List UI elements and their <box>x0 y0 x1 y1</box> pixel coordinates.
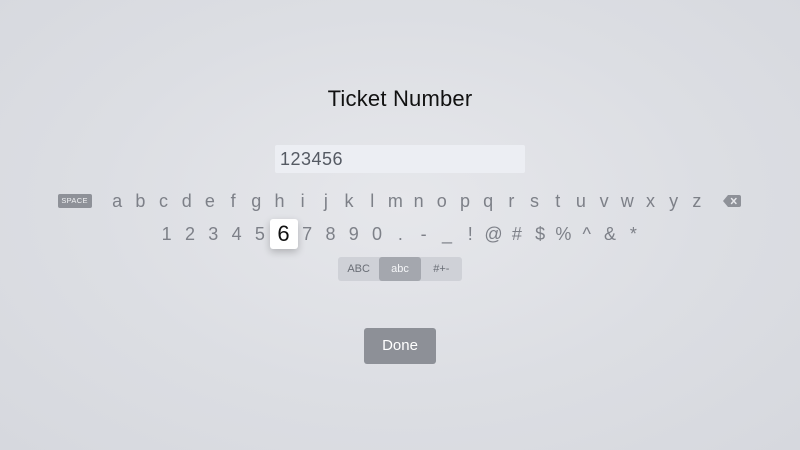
key-e[interactable]: e <box>198 188 221 214</box>
key-d[interactable]: d <box>175 188 198 214</box>
done-button[interactable]: Done <box>364 328 436 364</box>
key-o[interactable]: o <box>430 188 453 214</box>
key-q[interactable]: q <box>477 188 500 214</box>
key-p[interactable]: p <box>453 188 476 214</box>
key-3[interactable]: 3 <box>202 221 225 247</box>
key-x[interactable]: x <box>639 188 662 214</box>
key-i[interactable]: i <box>291 188 314 214</box>
key-0[interactable]: 0 <box>365 221 388 247</box>
key-4[interactable]: 4 <box>225 221 248 247</box>
key-n[interactable]: n <box>407 188 430 214</box>
key-t[interactable]: t <box>546 188 569 214</box>
number-symbol-row: 1 2 3 4 5 6 7 8 9 0 . - _ ! @ # $ % ^ & … <box>0 219 800 249</box>
key-f[interactable]: f <box>222 188 245 214</box>
key-w[interactable]: w <box>616 188 639 214</box>
key-percent[interactable]: % <box>552 221 575 247</box>
backspace-icon <box>723 195 742 207</box>
key-r[interactable]: r <box>500 188 523 214</box>
mode-uppercase[interactable]: ABC <box>338 257 379 281</box>
key-y[interactable]: y <box>662 188 685 214</box>
key-hyphen[interactable]: - <box>412 221 435 247</box>
key-c[interactable]: c <box>152 188 175 214</box>
key-dollar[interactable]: $ <box>528 221 551 247</box>
key-b[interactable]: b <box>129 188 152 214</box>
key-1[interactable]: 1 <box>155 221 178 247</box>
key-exclamation[interactable]: ! <box>459 221 482 247</box>
key-8[interactable]: 8 <box>319 221 342 247</box>
letter-row: SPACE a b c d e f g h i j k l m n o p q … <box>0 188 800 214</box>
key-5[interactable]: 5 <box>248 221 271 247</box>
key-9[interactable]: 9 <box>342 221 365 247</box>
key-j[interactable]: j <box>314 188 337 214</box>
ticket-number-screen: Ticket Number 123456 SPACE a b c d e f g… <box>0 0 800 450</box>
delete-key[interactable] <box>722 194 742 208</box>
key-period[interactable]: . <box>389 221 412 247</box>
mode-lowercase[interactable]: abc <box>379 257 421 281</box>
key-s[interactable]: s <box>523 188 546 214</box>
key-v[interactable]: v <box>593 188 616 214</box>
key-z[interactable]: z <box>685 188 708 214</box>
key-hash[interactable]: # <box>505 221 528 247</box>
ticket-number-input[interactable]: 123456 <box>275 145 525 173</box>
key-asterisk[interactable]: * <box>622 221 645 247</box>
keyboard-mode-switch: ABC abc #+- <box>338 257 462 281</box>
key-a[interactable]: a <box>106 188 129 214</box>
key-caret[interactable]: ^ <box>575 221 598 247</box>
key-at[interactable]: @ <box>482 221 505 247</box>
key-u[interactable]: u <box>569 188 592 214</box>
key-6-focused[interactable]: 6 <box>269 219 298 249</box>
key-underscore[interactable]: _ <box>435 221 458 247</box>
key-l[interactable]: l <box>361 188 384 214</box>
mode-symbols[interactable]: #+- <box>421 257 462 281</box>
key-2[interactable]: 2 <box>178 221 201 247</box>
key-7[interactable]: 7 <box>296 221 319 247</box>
space-key[interactable]: SPACE <box>57 194 92 208</box>
key-ampersand[interactable]: & <box>598 221 621 247</box>
key-g[interactable]: g <box>245 188 268 214</box>
key-m[interactable]: m <box>384 188 407 214</box>
key-h[interactable]: h <box>268 188 291 214</box>
page-title: Ticket Number <box>327 86 473 111</box>
key-k[interactable]: k <box>337 188 360 214</box>
